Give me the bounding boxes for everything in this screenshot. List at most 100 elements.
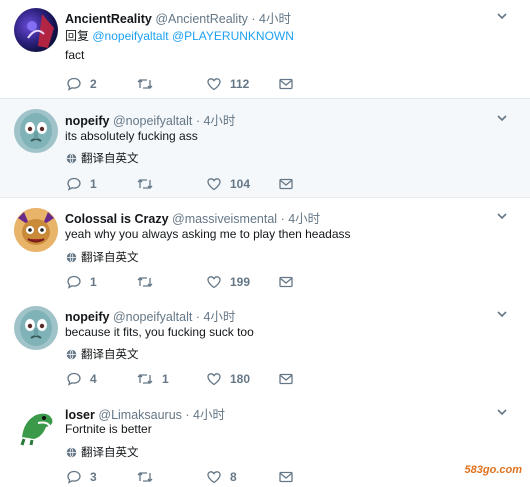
reply-icon: [67, 275, 81, 289]
avatar-art-icon: [20, 310, 52, 346]
avatar[interactable]: [14, 208, 58, 252]
heart-icon: [207, 78, 221, 91]
user-handle[interactable]: @AncientReality: [155, 12, 248, 26]
tweet[interactable]: loser @Limaksaurus · 4小时 Fortnite is bet…: [0, 395, 530, 486]
avatar[interactable]: [14, 306, 58, 350]
tweet-header: loser @Limaksaurus · 4小时: [65, 404, 225, 423]
translate-label[interactable]: 翻译自英文: [81, 249, 139, 265]
display-name[interactable]: loser: [65, 408, 95, 422]
display-name[interactable]: nopeify: [65, 310, 109, 324]
message-button[interactable]: [278, 76, 294, 92]
reply-icon: [67, 77, 81, 91]
message-button[interactable]: [278, 469, 294, 485]
retweet-button[interactable]: [136, 176, 162, 192]
envelope-icon: [279, 178, 293, 190]
timestamp[interactable]: · 4小时: [251, 12, 291, 26]
user-handle[interactable]: @Limaksaurus: [98, 408, 182, 422]
reply-icon: [67, 177, 81, 191]
reply-button[interactable]: 3: [66, 469, 97, 485]
chevron-down-icon[interactable]: [496, 308, 508, 320]
retweet-icon: [137, 472, 153, 482]
envelope-icon: [279, 373, 293, 385]
tweet[interactable]: nopeify @nopeifyaltalt · 4小时 its absolut…: [0, 98, 530, 197]
avatar-art-icon: [20, 413, 53, 446]
retweet-icon: [137, 79, 153, 89]
watermark: 583go.com: [464, 464, 522, 476]
translate-label[interactable]: 翻译自英文: [81, 444, 139, 460]
reply-count: 1: [90, 275, 97, 289]
reply-button[interactable]: 4: [66, 371, 97, 387]
tweet-text: fact: [65, 48, 85, 62]
translate-link[interactable]: 翻译自英文: [66, 444, 139, 460]
display-name[interactable]: Colossal is Crazy: [65, 212, 169, 226]
heart-icon: [207, 471, 221, 484]
display-name[interactable]: AncientReality: [65, 12, 152, 26]
timestamp[interactable]: · 4小时: [185, 408, 225, 422]
translate-label[interactable]: 翻译自英文: [81, 150, 139, 166]
tweet-text: yeah why you always asking me to play th…: [65, 227, 351, 241]
reply-prefix: 回复: [65, 29, 90, 43]
translate-link[interactable]: 翻译自英文: [66, 150, 139, 166]
retweet-icon: [137, 374, 153, 384]
globe-icon: [66, 252, 77, 262]
timestamp[interactable]: · 4小时: [196, 310, 236, 324]
like-button[interactable]: 104: [206, 176, 250, 192]
tweet[interactable]: nopeify @nopeifyaltalt · 4小时 because it …: [0, 296, 530, 395]
translate-link[interactable]: 翻译自英文: [66, 346, 139, 362]
like-button[interactable]: 8: [206, 469, 237, 485]
reply-button[interactable]: 1: [66, 274, 97, 290]
reply-count: 2: [90, 77, 97, 91]
display-name[interactable]: nopeify: [65, 114, 109, 128]
tweet-header: nopeify @nopeifyaltalt · 4小时: [65, 306, 235, 325]
globe-icon: [66, 153, 77, 163]
avatar[interactable]: [14, 109, 58, 153]
retweet-button[interactable]: 1: [136, 371, 169, 387]
envelope-icon: [279, 78, 293, 90]
tweet-header: nopeify @nopeifyaltalt · 4小时: [65, 110, 235, 129]
avatar-art-icon: [20, 113, 52, 149]
mention-link[interactable]: @nopeifyaltalt: [92, 29, 168, 43]
chevron-down-icon[interactable]: [496, 10, 508, 22]
translate-label[interactable]: 翻译自英文: [81, 346, 139, 362]
tweet-text: Fortnite is better: [65, 422, 152, 436]
tweet[interactable]: AncientReality @AncientReality · 4小时 回复 …: [0, 0, 530, 98]
retweet-button[interactable]: [136, 76, 162, 92]
tweet-header: AncientReality @AncientReality · 4小时: [65, 8, 291, 27]
timestamp[interactable]: · 4小时: [281, 212, 321, 226]
avatar[interactable]: [14, 8, 58, 52]
tweet-header: Colossal is Crazy @massiveismental · 4小时: [65, 208, 320, 227]
user-handle[interactable]: @massiveismental: [172, 212, 277, 226]
like-count: 8: [230, 470, 237, 484]
reply-icon: [67, 372, 81, 386]
avatar-art-icon: [14, 208, 58, 252]
avatar[interactable]: [14, 403, 58, 447]
chevron-down-icon[interactable]: [496, 112, 508, 124]
mention-link[interactable]: @PLAYERUNKNOWN: [172, 29, 294, 43]
translate-link[interactable]: 翻译自英文: [66, 249, 139, 265]
reply-button[interactable]: 2: [66, 76, 97, 92]
user-handle[interactable]: @nopeifyaltalt: [113, 310, 192, 324]
envelope-icon: [279, 471, 293, 483]
tweet-text: its absolutely fucking ass: [65, 129, 198, 143]
reply-count: 3: [90, 470, 97, 484]
user-handle[interactable]: @nopeifyaltalt: [113, 114, 192, 128]
heart-icon: [207, 178, 221, 191]
message-button[interactable]: [278, 176, 294, 192]
tweet[interactable]: Colossal is Crazy @massiveismental · 4小时…: [0, 197, 530, 296]
chevron-down-icon[interactable]: [496, 210, 508, 222]
timestamp[interactable]: · 4小时: [196, 114, 236, 128]
chevron-down-icon[interactable]: [496, 406, 508, 418]
retweet-button[interactable]: [136, 469, 162, 485]
reply-context: 回复 @nopeifyaltalt @PLAYERUNKNOWN: [65, 27, 294, 44]
tweet-text: because it fits, you fucking suck too: [65, 325, 254, 339]
like-count: 104: [230, 177, 251, 191]
message-button[interactable]: [278, 371, 294, 387]
like-button[interactable]: 180: [206, 371, 250, 387]
message-button[interactable]: [278, 274, 294, 290]
like-button[interactable]: 112: [206, 76, 249, 92]
reply-button[interactable]: 1: [66, 176, 97, 192]
like-button[interactable]: 199: [206, 274, 250, 290]
retweet-icon: [137, 277, 153, 287]
reply-count: 4: [90, 372, 97, 386]
retweet-button[interactable]: [136, 274, 162, 290]
